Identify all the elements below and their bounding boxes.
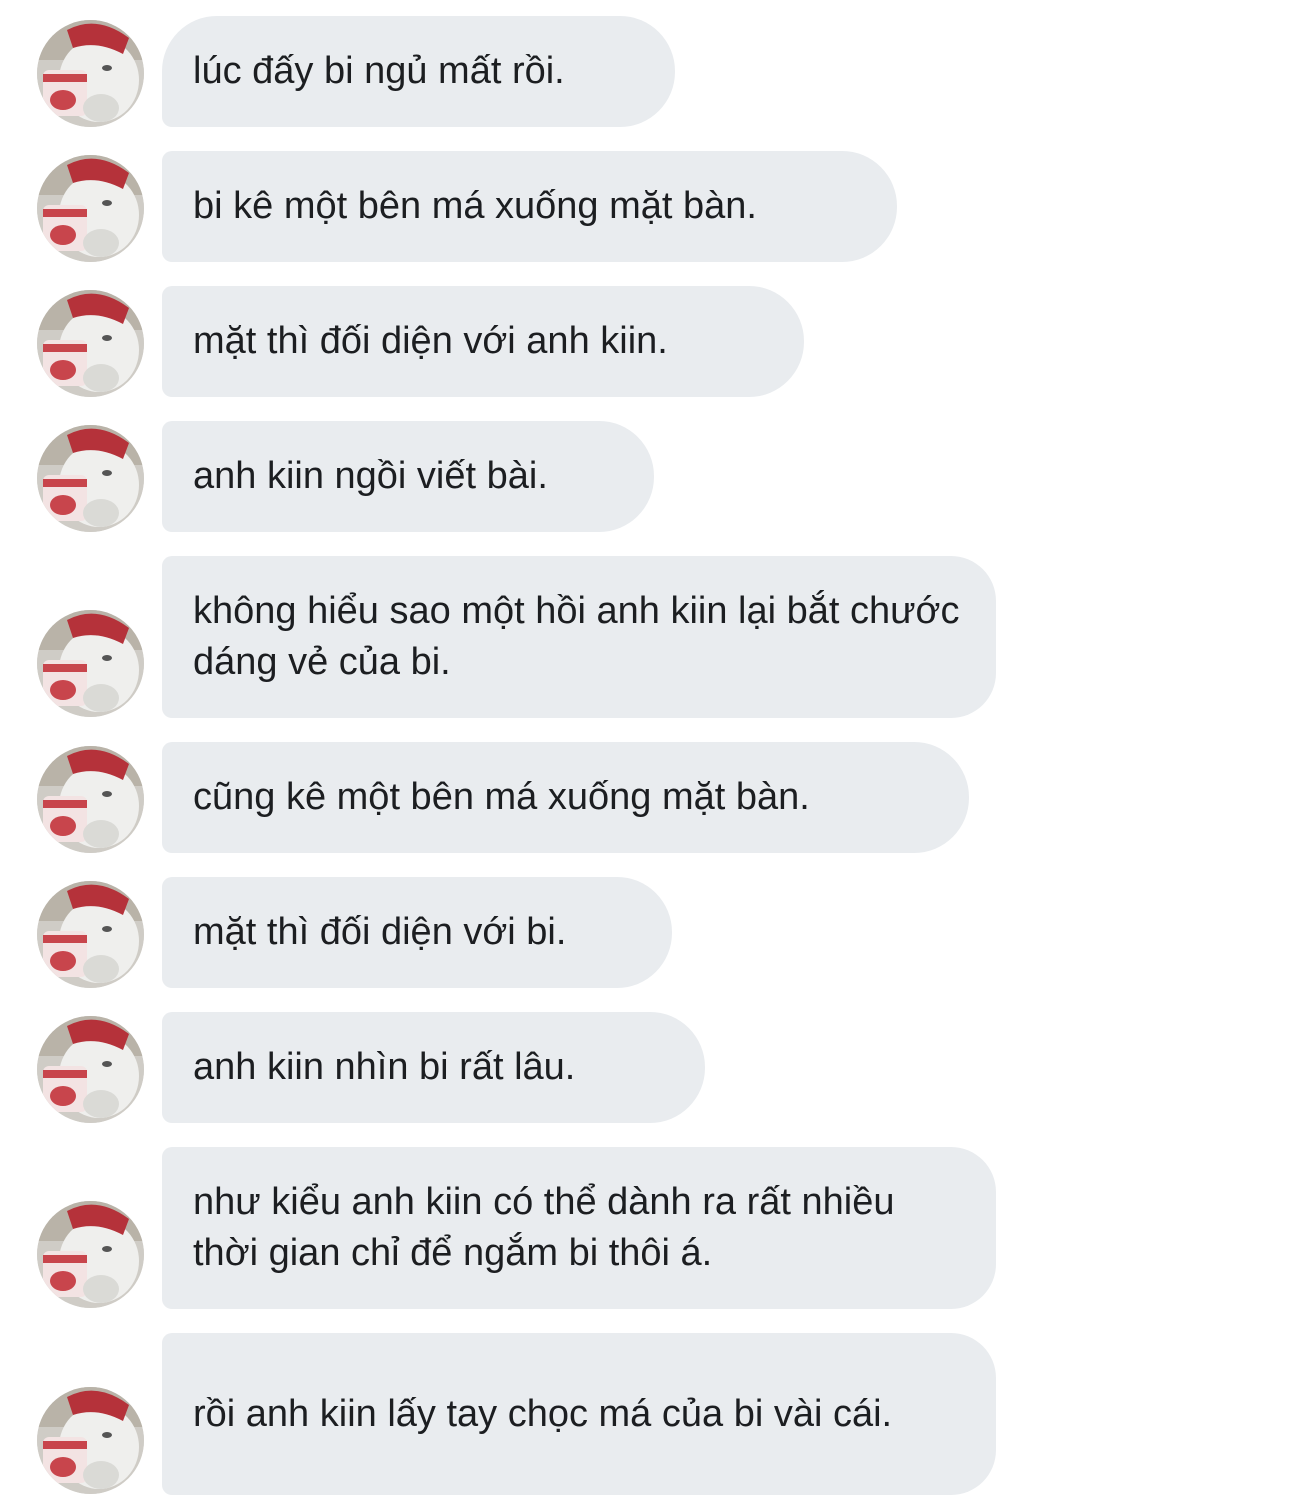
bear-avatar-icon [37,746,144,853]
message-bubble[interactable]: như kiểu anh kiin có thể dành ra rất nhi… [162,1147,996,1309]
message-row: lúc đấy bi ngủ mất rồi. [0,16,1290,127]
message-bubble[interactable]: lúc đấy bi ngủ mất rồi. [162,16,675,127]
message-bubble[interactable]: mặt thì đối diện với anh kiin. [162,286,804,397]
sender-avatar[interactable] [37,1387,144,1494]
message-bubble[interactable]: anh kiin nhìn bi rất lâu. [162,1012,705,1123]
message-text: anh kiin ngồi viết bài. [193,455,548,497]
message-row: anh kiin ngồi viết bài. [0,421,1290,532]
bear-avatar-icon [37,290,144,397]
bear-avatar-icon [37,881,144,988]
sender-avatar[interactable] [37,610,144,717]
message-text: bi kê một bên má xuống mặt bàn. [193,185,757,227]
sender-avatar[interactable] [37,881,144,988]
message-row: cũng kê một bên má xuống mặt bàn. [0,742,1290,853]
sender-avatar[interactable] [37,1016,144,1123]
bear-avatar-icon [37,1016,144,1123]
message-text: cũng kê một bên má xuống mặt bàn. [193,776,810,818]
bear-avatar-icon [37,20,144,127]
message-text: mặt thì đối diện với bi. [193,911,567,953]
message-text: không hiểu sao một hồi anh kiin lại bắt … [193,590,960,683]
sender-avatar[interactable] [37,290,144,397]
sender-avatar[interactable] [37,425,144,532]
message-bubble[interactable]: cũng kê một bên má xuống mặt bàn. [162,742,969,853]
message-row: mặt thì đối diện với anh kiin. [0,286,1290,397]
bear-avatar-icon [37,610,144,717]
message-text: anh kiin nhìn bi rất lâu. [193,1046,576,1088]
sender-avatar[interactable] [37,155,144,262]
message-bubble[interactable]: bi kê một bên má xuống mặt bàn. [162,151,897,262]
sender-avatar[interactable] [37,20,144,127]
message-text: mặt thì đối diện với anh kiin. [193,320,668,362]
message-bubble[interactable]: không hiểu sao một hồi anh kiin lại bắt … [162,556,996,718]
message-bubble[interactable]: rồi anh kiin lấy tay chọc má của bi vài … [162,1333,996,1495]
bear-avatar-icon [37,425,144,532]
message-row: anh kiin nhìn bi rất lâu. [0,1012,1290,1123]
sender-avatar[interactable] [37,746,144,853]
bear-avatar-icon [37,1201,144,1308]
message-bubble[interactable]: anh kiin ngồi viết bài. [162,421,654,532]
bear-avatar-icon [37,155,144,262]
message-bubble[interactable]: mặt thì đối diện với bi. [162,877,672,988]
message-row: bi kê một bên má xuống mặt bàn. [0,151,1290,262]
message-row: mặt thì đối diện với bi. [0,877,1290,988]
message-row: không hiểu sao một hồi anh kiin lại bắt … [0,556,1290,718]
message-thread: lúc đấy bi ngủ mất rồi. bi kê một bên má… [0,0,1290,1507]
sender-avatar[interactable] [37,1201,144,1308]
bear-avatar-icon [37,1387,144,1494]
message-text: rồi anh kiin lấy tay chọc má của bi vài … [193,1392,893,1435]
message-text: như kiểu anh kiin có thể dành ra rất nhi… [193,1181,895,1274]
message-row: như kiểu anh kiin có thể dành ra rất nhi… [0,1147,1290,1309]
message-row: rồi anh kiin lấy tay chọc má của bi vài … [0,1333,1290,1495]
message-text: lúc đấy bi ngủ mất rồi. [193,50,565,92]
